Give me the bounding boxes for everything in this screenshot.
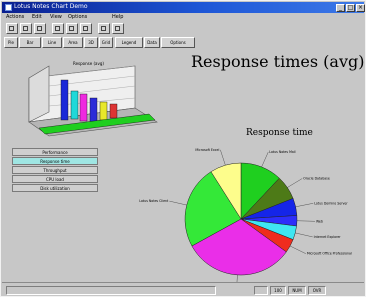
list-item[interactable]: Throughput — [12, 166, 98, 174]
pie-leader-line — [261, 151, 269, 168]
menu-edit[interactable]: Edit — [32, 14, 42, 20]
open-icon[interactable] — [20, 23, 32, 34]
app-icon — [5, 4, 12, 11]
tab-3d[interactable]: 3D — [84, 37, 98, 48]
new-icon[interactable] — [6, 23, 18, 34]
tab-bar[interactable]: Bar — [19, 37, 41, 48]
maximize-button[interactable]: □ — [346, 4, 355, 12]
bar-series-3 — [79, 93, 88, 122]
minimize-button[interactable]: _ — [336, 4, 345, 12]
chart-side-wall — [28, 65, 50, 123]
menu-help[interactable]: Help — [112, 14, 123, 20]
menu-actions[interactable]: Actions — [6, 14, 24, 20]
tab-pie[interactable]: Pie — [4, 37, 18, 48]
list-item-selected[interactable]: Response time — [12, 157, 98, 165]
list-item[interactable]: Performance — [12, 148, 98, 156]
save-icon[interactable] — [34, 23, 46, 34]
title-bar[interactable]: Lotus Notes Chart Demo _ □ × — [2, 2, 365, 13]
print-icon[interactable] — [98, 23, 110, 34]
pie-slice-label: Oracle Database — [303, 177, 330, 181]
menu-options[interactable]: Options — [68, 14, 87, 20]
toolbar — [4, 22, 344, 36]
pie-slice-label: Microsoft Office Professional — [307, 252, 352, 256]
pie-leader-line — [287, 178, 303, 188]
pie-slice-label: Microsoft Excel — [195, 148, 219, 152]
list-item[interactable]: CPU load — [12, 175, 98, 183]
paste-icon[interactable] — [80, 23, 92, 34]
cut-icon[interactable] — [52, 23, 64, 34]
tab-grid[interactable]: Grid — [99, 37, 113, 48]
bar-series-1 — [60, 79, 69, 121]
copy-icon[interactable] — [66, 23, 78, 34]
status-num: NUM — [288, 286, 306, 295]
window-title: Lotus Notes Chart Demo — [14, 3, 88, 10]
pie-slice-label: Web — [316, 219, 323, 223]
menu-view[interactable]: View — [50, 14, 62, 20]
pie-chart[interactable]: Lotus Notes Mail Oracle Database Lotus Dom… — [129, 121, 359, 283]
view-tabs: Pie Bar Line Area 3D Grid Legend Data Op… — [4, 37, 364, 49]
bar-series-5 — [99, 101, 108, 121]
pie-slice-label: Lotus Notes Mail — [269, 150, 295, 154]
tab-options[interactable]: Options — [161, 37, 195, 48]
app-window: Lotus Notes Chart Demo _ □ × Actions Edi… — [0, 0, 366, 297]
list-item[interactable]: Disk utilization — [12, 184, 98, 192]
tab-legend[interactable]: Legend — [115, 37, 143, 48]
pie-slice-label: Internet Explorer — [314, 235, 342, 239]
tab-line[interactable]: Line — [42, 37, 62, 48]
chart-heading: Response times (avg) — [191, 52, 365, 71]
pie-leader-line — [220, 149, 226, 166]
pie-leader-line — [295, 232, 313, 238]
pie-leader-line — [169, 200, 187, 206]
pie-leader-line — [289, 245, 306, 254]
tab-area[interactable]: Area — [63, 37, 83, 48]
menu-bar: Actions Edit View Options Help — [2, 14, 364, 22]
pie-slice-label: Lotus Notes Client — [139, 199, 169, 203]
status-ovr: OVR — [308, 286, 326, 295]
bar-series-2 — [70, 90, 79, 120]
pie-leader-line — [295, 203, 314, 207]
pie-leader-line — [296, 220, 315, 222]
chart-label: Response (avg) — [73, 61, 104, 66]
pie-slice-label: Lotus Domino Server — [314, 201, 348, 205]
status-cell-blank — [254, 286, 268, 295]
status-bar: 100 NUM OVR — [2, 282, 364, 297]
bar-series-6 — [109, 103, 118, 119]
status-message — [6, 286, 216, 295]
bar-series-4 — [89, 97, 98, 123]
status-zoom: 100 — [270, 286, 286, 295]
help-icon[interactable] — [112, 23, 124, 34]
tab-data[interactable]: Data — [144, 37, 160, 48]
series-list: Performance Response time Throughput CPU… — [12, 148, 98, 200]
close-button[interactable]: × — [356, 4, 365, 12]
